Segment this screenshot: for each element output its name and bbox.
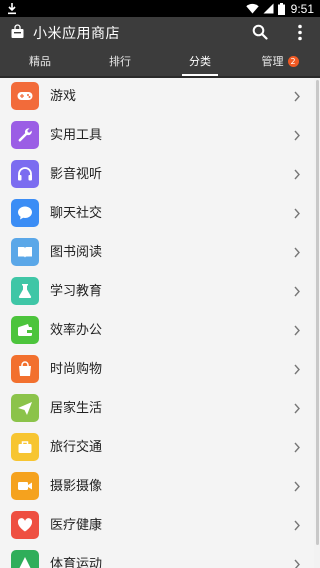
category-item-media[interactable]: 影音视听 xyxy=(0,156,314,196)
flask-icon xyxy=(11,277,39,305)
chevron-right-icon xyxy=(294,442,300,453)
category-label: 实用工具 xyxy=(50,128,103,143)
category-label: 学习教育 xyxy=(50,284,103,299)
heart-icon xyxy=(11,511,39,539)
tab-ranking[interactable]: 排行 xyxy=(80,48,160,76)
tab-categories[interactable]: 分类 xyxy=(160,48,240,76)
tab-manage[interactable]: 管理 2 xyxy=(240,48,320,76)
category-item-social[interactable]: 聊天社交 xyxy=(0,195,314,235)
wrench-icon xyxy=(11,121,39,149)
category-item-photography[interactable]: 摄影摄像 xyxy=(0,468,314,508)
category-label: 摄影摄像 xyxy=(50,479,103,494)
headphones-icon xyxy=(11,160,39,188)
chevron-right-icon xyxy=(294,481,300,492)
chevron-right-icon xyxy=(294,247,300,258)
category-label: 游戏 xyxy=(50,89,77,104)
category-label: 居家生活 xyxy=(50,401,103,416)
category-item-sports[interactable]: 体育运动 xyxy=(0,546,314,568)
category-label: 体育运动 xyxy=(50,557,103,568)
chat-bubble-icon xyxy=(11,199,39,227)
chevron-right-icon xyxy=(294,91,300,102)
tab-label: 分类 xyxy=(189,55,211,68)
store-bag-icon xyxy=(11,24,24,38)
category-item-office[interactable]: 效率办公 xyxy=(0,312,314,352)
tab-featured[interactable]: 精品 xyxy=(0,48,80,76)
category-item-games[interactable]: 游戏 xyxy=(0,78,314,118)
tab-label: 精品 xyxy=(29,55,51,68)
status-time: 9:51 xyxy=(290,1,314,16)
category-list: 游戏 实用工具 影音视听 聊天社交 图书阅读 学习教育 效率办公 时尚购物 居家… xyxy=(0,78,320,568)
paper-plane-icon xyxy=(11,394,39,422)
search-icon[interactable] xyxy=(252,24,268,40)
tab-label: 排行 xyxy=(109,55,131,68)
category-label: 影音视听 xyxy=(50,167,103,182)
category-label: 图书阅读 xyxy=(50,245,103,260)
book-icon xyxy=(11,238,39,266)
chevron-right-icon xyxy=(294,364,300,375)
sports-icon xyxy=(11,550,39,568)
tab-label: 管理 xyxy=(261,55,284,68)
chevron-right-icon xyxy=(294,559,300,568)
overflow-menu-icon[interactable] xyxy=(297,24,303,41)
chevron-right-icon xyxy=(294,130,300,141)
wallet-icon xyxy=(11,316,39,344)
download-icon xyxy=(8,3,16,15)
category-label: 聊天社交 xyxy=(50,206,103,221)
chevron-right-icon xyxy=(294,520,300,531)
camera-icon xyxy=(11,472,39,500)
category-item-health[interactable]: 医疗健康 xyxy=(0,507,314,547)
chevron-right-icon xyxy=(294,208,300,219)
tab-bar: 精品 排行 分类 管理 2 xyxy=(0,48,320,78)
scrollbar[interactable] xyxy=(316,80,319,545)
category-label: 旅行交通 xyxy=(50,440,103,455)
gamepad-icon xyxy=(11,82,39,110)
category-item-education[interactable]: 学习教育 xyxy=(0,273,314,313)
category-item-shopping[interactable]: 时尚购物 xyxy=(0,351,314,391)
category-label: 效率办公 xyxy=(50,323,103,338)
update-count-badge: 2 xyxy=(287,56,299,67)
battery-icon xyxy=(277,2,285,15)
status-bar: 9:51 xyxy=(0,0,320,17)
app-title: 小米应用商店 xyxy=(33,26,120,42)
chevron-right-icon xyxy=(294,325,300,336)
category-item-home-life[interactable]: 居家生活 xyxy=(0,390,314,430)
category-label: 时尚购物 xyxy=(50,362,103,377)
shopping-bag-icon xyxy=(11,355,39,383)
category-item-travel[interactable]: 旅行交通 xyxy=(0,429,314,469)
chevron-right-icon xyxy=(294,169,300,180)
app-bar: 小米应用商店 xyxy=(0,17,320,48)
wifi-icon xyxy=(245,3,259,14)
category-item-tools[interactable]: 实用工具 xyxy=(0,117,314,157)
category-label: 医疗健康 xyxy=(50,518,103,533)
chevron-right-icon xyxy=(294,286,300,297)
chevron-right-icon xyxy=(294,403,300,414)
category-item-books[interactable]: 图书阅读 xyxy=(0,234,314,274)
suitcase-icon xyxy=(11,433,39,461)
signal-icon xyxy=(263,3,274,14)
